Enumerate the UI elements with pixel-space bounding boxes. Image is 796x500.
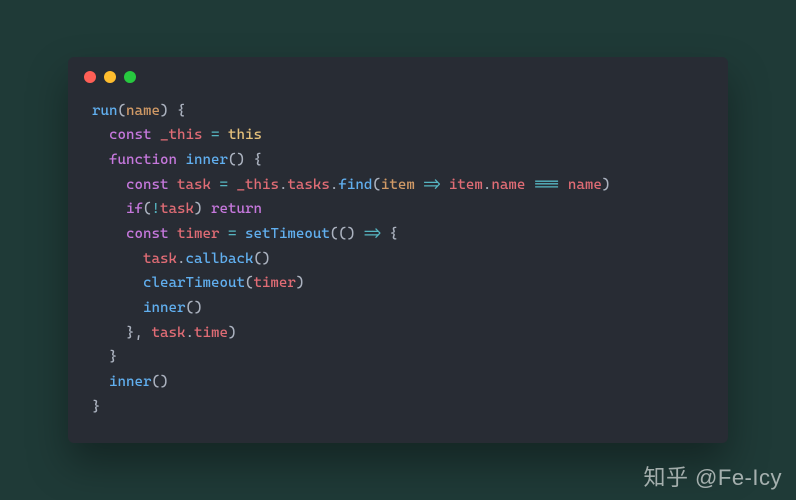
var: timer: [177, 226, 219, 242]
close-icon[interactable]: [84, 71, 96, 83]
arrow: =>: [415, 177, 449, 193]
maximize-icon[interactable]: [124, 71, 136, 83]
var: _this: [160, 127, 202, 143]
keyword: function: [109, 152, 177, 168]
code-block: run(name) { const _this = this function …: [68, 89, 728, 443]
param: item: [381, 177, 415, 193]
op: =: [211, 177, 237, 193]
var: task: [177, 177, 211, 193]
keyword: if: [126, 201, 143, 217]
op: =: [219, 226, 245, 242]
keyword: return: [211, 201, 262, 217]
fn-name: inner: [143, 300, 185, 316]
fn-name: inner: [185, 152, 227, 168]
arrow: =>: [355, 226, 389, 242]
var: task: [160, 201, 194, 217]
param: name: [126, 103, 160, 119]
var: timer: [253, 275, 295, 291]
watermark: 知乎 @Fe-Icy: [643, 460, 782, 492]
var: task: [143, 251, 177, 267]
var: item: [449, 177, 483, 193]
op: !: [151, 201, 160, 217]
keyword: const: [109, 127, 151, 143]
prop: name: [491, 177, 525, 193]
var: name: [568, 177, 602, 193]
prop: time: [194, 325, 228, 341]
fn-name: run: [92, 103, 118, 119]
minimize-icon[interactable]: [104, 71, 116, 83]
keyword: const: [126, 226, 168, 242]
var: task: [151, 325, 185, 341]
op: =: [202, 127, 228, 143]
op: ===: [525, 177, 567, 193]
keyword: const: [126, 177, 168, 193]
fn-name: setTimeout: [245, 226, 330, 242]
fn-call: inner: [109, 374, 151, 390]
fn-name: clearTimeout: [143, 275, 245, 291]
window-titlebar: [68, 57, 728, 89]
var: _this: [236, 177, 278, 193]
this: this: [228, 127, 262, 143]
method: find: [338, 177, 372, 193]
code-window: run(name) { const _this = this function …: [68, 57, 728, 443]
method: callback: [185, 251, 253, 267]
prop: tasks: [287, 177, 329, 193]
